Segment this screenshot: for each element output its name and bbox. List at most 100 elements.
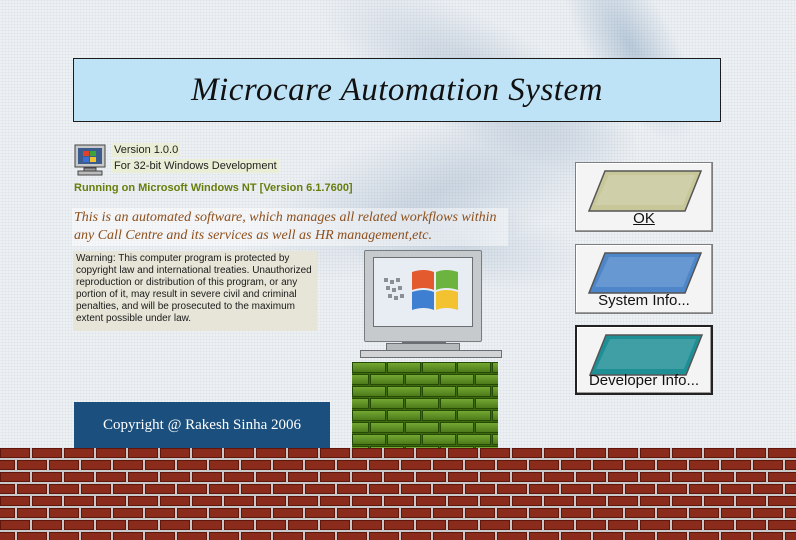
red-brick — [704, 520, 734, 530]
ok-button-label: OK — [633, 210, 655, 227]
red-brick — [561, 484, 591, 494]
red-brick — [465, 532, 495, 540]
red-brick — [576, 520, 606, 530]
red-brick — [305, 484, 335, 494]
red-brick — [0, 472, 30, 482]
red-brick — [273, 508, 303, 518]
red-brick — [625, 508, 655, 518]
green-brick — [492, 410, 498, 421]
red-brick — [657, 484, 687, 494]
red-brick — [49, 532, 79, 540]
red-brick — [768, 520, 796, 530]
red-brick — [209, 460, 239, 470]
red-brick — [401, 508, 431, 518]
green-brick — [370, 422, 404, 433]
red-brick — [593, 484, 623, 494]
green-brick — [457, 386, 491, 397]
red-brick — [145, 508, 175, 518]
red-brick — [128, 520, 158, 530]
red-brick — [369, 508, 399, 518]
red-brick — [753, 508, 783, 518]
platform-label: For 32-bit Windows Development — [112, 159, 279, 173]
green-brick — [352, 362, 386, 373]
red-brick — [561, 532, 591, 540]
red-brick — [625, 460, 655, 470]
red-brick — [480, 496, 510, 506]
red-brick — [352, 496, 382, 506]
red-brick — [433, 508, 463, 518]
red-brick — [17, 460, 47, 470]
red-brick — [17, 508, 47, 518]
red-brick — [0, 484, 15, 494]
about-window: Microcare Automation System Version 1.0.… — [0, 0, 796, 540]
red-brick — [625, 532, 655, 540]
ok-button[interactable]: OK — [575, 162, 713, 232]
red-brick — [0, 532, 15, 540]
green-brick — [457, 362, 491, 373]
copyright-banner: Copyright @ Rakesh Sinha 2006 — [74, 402, 330, 448]
red-brick — [704, 496, 734, 506]
red-brick — [64, 496, 94, 506]
red-brick — [384, 496, 414, 506]
red-brick — [160, 448, 190, 458]
red-brick — [576, 472, 606, 482]
red-brick — [448, 520, 478, 530]
green-brick — [440, 398, 474, 409]
red-brick — [320, 496, 350, 506]
red-brick — [273, 484, 303, 494]
red-brick — [689, 532, 719, 540]
red-brick — [497, 484, 527, 494]
red-brick — [113, 484, 143, 494]
red-brick — [192, 520, 222, 530]
green-brick — [457, 410, 491, 421]
red-brick — [369, 484, 399, 494]
red-brick — [721, 532, 751, 540]
red-brick — [416, 472, 446, 482]
red-brick — [736, 520, 766, 530]
red-brick — [704, 448, 734, 458]
monitor-base — [360, 350, 502, 358]
green-brick — [492, 386, 498, 397]
red-brick — [593, 508, 623, 518]
red-brick — [640, 472, 670, 482]
red-brick — [320, 472, 350, 482]
red-brick — [384, 472, 414, 482]
red-brick — [192, 448, 222, 458]
red-brick — [113, 460, 143, 470]
red-brick — [608, 496, 638, 506]
red-brick — [256, 520, 286, 530]
red-brick — [433, 532, 463, 540]
red-brick — [512, 472, 542, 482]
red-brick — [593, 460, 623, 470]
green-brick — [352, 374, 369, 385]
green-brick — [352, 422, 369, 433]
red-brick — [721, 484, 751, 494]
red-brick — [177, 460, 207, 470]
green-brick — [422, 434, 456, 445]
red-brick — [768, 472, 796, 482]
red-brick — [305, 532, 335, 540]
red-brick — [721, 460, 751, 470]
green-brick — [440, 422, 474, 433]
green-brick — [475, 374, 498, 385]
red-brick — [672, 496, 702, 506]
red-brick — [497, 508, 527, 518]
green-brick — [387, 434, 421, 445]
red-brick — [337, 532, 367, 540]
red-brick — [512, 496, 542, 506]
red-brick — [337, 508, 367, 518]
red-brick — [177, 508, 207, 518]
red-brick — [0, 520, 30, 530]
red-brick — [640, 496, 670, 506]
red-brick — [785, 532, 796, 540]
system-info-button[interactable]: System Info... — [575, 244, 713, 314]
red-brick — [241, 460, 271, 470]
developer-info-button[interactable]: Developer Info... — [575, 325, 713, 395]
red-brick — [288, 520, 318, 530]
version-label: Version 1.0.0 — [112, 143, 181, 157]
red-brick — [352, 472, 382, 482]
red-brick — [401, 532, 431, 540]
red-brick — [785, 460, 796, 470]
os-info: Running on Microsoft Windows NT [Version… — [74, 182, 353, 194]
red-brick — [192, 472, 222, 482]
